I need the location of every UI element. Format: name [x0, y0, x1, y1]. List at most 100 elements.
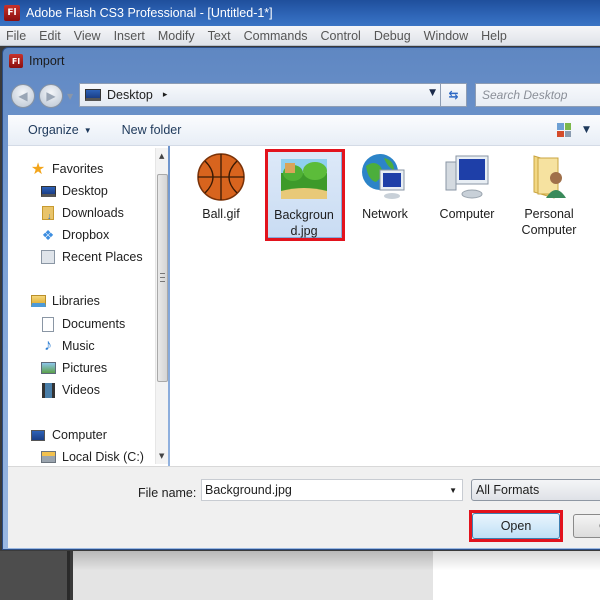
file-item-personal-computer[interactable]: Personal Computer [510, 152, 588, 238]
refresh-button[interactable]: ⇆ [441, 83, 467, 107]
desktop-icon [85, 89, 101, 101]
back-button[interactable]: ◀ [11, 84, 35, 108]
nav-pictures[interactable]: Pictures [40, 360, 107, 376]
menu-edit[interactable]: Edit [39, 29, 61, 43]
view-options-dropdown-icon[interactable]: ▼ [583, 125, 590, 135]
file-format-select[interactable]: All Formats [471, 479, 600, 501]
nav-videos-label: Videos [62, 383, 100, 397]
search-input[interactable]: Search Desktop [475, 83, 600, 107]
flash-logo-icon: Fl [4, 5, 20, 21]
file-format-value: All Formats [476, 483, 540, 497]
dropbox-icon: ❖ [41, 226, 55, 243]
menu-commands[interactable]: Commands [244, 29, 308, 43]
menu-text[interactable]: Text [208, 29, 231, 43]
videos-film-icon [40, 382, 56, 398]
downloads-folder-icon: ↓ [40, 205, 56, 221]
menu-insert[interactable]: Insert [114, 29, 145, 43]
menu-file[interactable]: File [6, 29, 26, 43]
address-dropdown-icon[interactable]: ▼ [429, 88, 436, 98]
app-title: Adobe Flash CS3 Professional - [Untitled… [26, 6, 273, 20]
new-folder-button[interactable]: New folder [122, 123, 182, 137]
file-item-network[interactable]: Network [346, 152, 424, 222]
star-icon: ★ [30, 161, 46, 178]
refresh-icon: ⇆ [448, 88, 459, 102]
nav-downloads[interactable]: ↓ Downloads [40, 205, 124, 221]
file-name: Computer [439, 207, 495, 221]
nav-computer-label: Computer [52, 428, 107, 442]
computer-icon [30, 427, 46, 443]
grip-icon [160, 273, 165, 282]
recent-locations-dropdown[interactable]: ▼ [67, 92, 73, 101]
address-location[interactable]: Desktop [107, 88, 153, 102]
chevron-down-icon: ▼ [83, 125, 92, 135]
menu-modify[interactable]: Modify [158, 29, 195, 43]
file-name-label: File name: [138, 486, 197, 500]
nav-recent-places[interactable]: Recent Places [40, 249, 143, 265]
new-folder-label: New folder [121, 123, 182, 137]
menu-help[interactable]: Help [481, 29, 507, 43]
scroll-down-icon[interactable]: ▼ [159, 452, 164, 460]
nav-downloads-label: Downloads [62, 206, 124, 220]
documents-icon [40, 316, 56, 332]
file-name-input[interactable]: Background.jpg ▼ [201, 479, 463, 501]
local-disk-icon [40, 449, 56, 465]
change-view-icon[interactable] [557, 123, 571, 137]
arrow-right-icon: ▶ [46, 89, 56, 103]
nav-local-disk[interactable]: Local Disk (C:) [40, 449, 144, 465]
chevron-down-icon[interactable]: ▼ [449, 486, 457, 495]
open-highlight-annotation [469, 510, 563, 542]
dialog-title-bar: Fl Import [9, 54, 64, 68]
file-name-line2: Computer [521, 223, 577, 237]
app-title-bar: Fl Adobe Flash CS3 Professional - [Untit… [0, 0, 600, 26]
nav-videos[interactable]: Videos [40, 382, 100, 398]
file-name-value: Background.jpg [205, 483, 292, 497]
nav-desktop[interactable]: Desktop [40, 183, 108, 199]
file-name: Network [362, 207, 408, 221]
nav-documents[interactable]: Documents [40, 316, 125, 332]
app-tools-panel [0, 551, 70, 600]
nav-libraries[interactable]: Libraries [30, 293, 100, 309]
menu-view[interactable]: View [74, 29, 101, 43]
file-list-pane: Ball.gif Backgroun d.jpg Network Compute… [170, 146, 600, 466]
computer-icon [442, 152, 492, 202]
nav-computer[interactable]: Computer [30, 427, 107, 443]
dialog-title: Import [29, 54, 65, 68]
command-bar: Organize ▼ New folder ▼ [8, 115, 600, 146]
nav-documents-label: Documents [62, 317, 126, 331]
file-item-ball[interactable]: Ball.gif [182, 152, 260, 222]
cancel-button[interactable]: Cancel [573, 514, 600, 538]
file-item-computer[interactable]: Computer [428, 152, 506, 222]
user-folder-icon [524, 152, 574, 202]
menu-window[interactable]: Window [424, 29, 468, 43]
nav-desktop-label: Desktop [62, 184, 108, 198]
libraries-icon [30, 293, 46, 309]
menu-debug[interactable]: Debug [374, 29, 411, 43]
menu-control[interactable]: Control [321, 29, 361, 43]
nav-music[interactable]: ♪ Music [40, 337, 95, 354]
nav-dropbox-label: Dropbox [62, 228, 110, 242]
nav-pictures-label: Pictures [62, 361, 108, 375]
nav-dropbox[interactable]: ❖ Dropbox [40, 226, 110, 243]
nav-favorites-label: Favorites [52, 162, 104, 176]
scrollbar-thumb[interactable] [157, 174, 168, 382]
breadcrumb-chevron-icon[interactable]: ▸ [163, 90, 168, 100]
nav-recent-places-label: Recent Places [62, 250, 143, 264]
nav-local-disk-label: Local Disk (C:) [62, 450, 144, 464]
import-dialog: Fl Import ◀ ▶ ▼ Desktop ▸ ▼ ⇆ Search Des… [2, 47, 600, 550]
pictures-icon [40, 360, 56, 376]
scroll-up-icon[interactable]: ▲ [159, 152, 164, 160]
app-stage-area [73, 551, 433, 600]
organize-label: Organize [28, 123, 79, 137]
flash-logo-icon: Fl [9, 54, 23, 68]
search-placeholder: Search Desktop [482, 88, 568, 102]
nav-pane-scrollbar[interactable]: ▲ ▼ [155, 148, 168, 464]
desktop-icon [40, 183, 56, 199]
nav-favorites[interactable]: ★ Favorites [30, 161, 104, 178]
address-bar[interactable]: Desktop ▸ ▼ [79, 83, 441, 107]
forward-button[interactable]: ▶ [39, 84, 63, 108]
organize-button[interactable]: Organize ▼ [28, 123, 92, 137]
music-note-icon: ♪ [44, 337, 52, 354]
recent-places-icon [40, 249, 56, 265]
nav-music-label: Music [62, 339, 95, 353]
selection-highlight-annotation [265, 149, 345, 241]
